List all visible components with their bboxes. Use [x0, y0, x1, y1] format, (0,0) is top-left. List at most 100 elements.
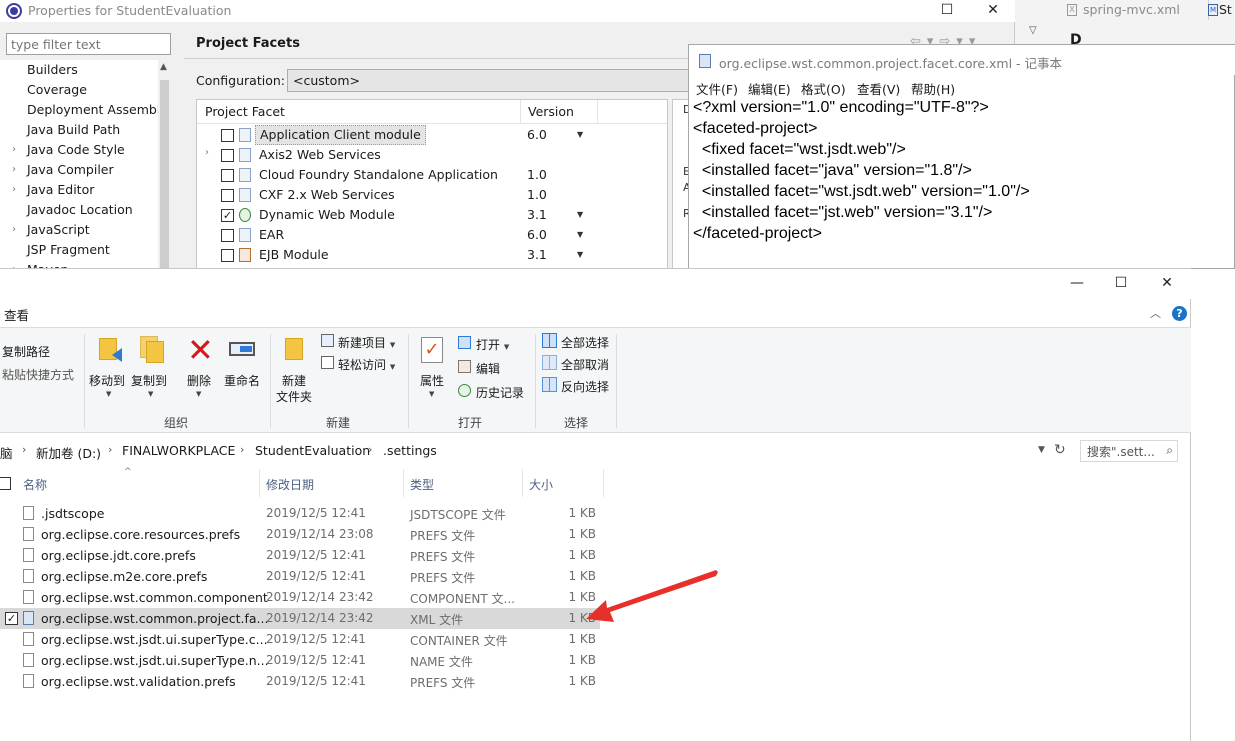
- facet-checkbox[interactable]: [221, 169, 234, 182]
- column-divider[interactable]: [403, 469, 404, 497]
- tree-item[interactable]: Coverage: [27, 80, 87, 100]
- search-input[interactable]: 搜索".sett... ⌕: [1080, 440, 1178, 462]
- breadcrumb-drive[interactable]: 新加卷 (D:): [36, 443, 101, 462]
- column-type[interactable]: 类型: [410, 476, 434, 493]
- menu-file[interactable]: 文件(F): [696, 79, 738, 98]
- tree-item[interactable]: Deployment Assembly: [27, 100, 168, 120]
- chevron-down-icon[interactable]: ▼: [196, 390, 201, 398]
- facet-version[interactable]: 6.0: [527, 225, 547, 245]
- facet-checkbox[interactable]: [221, 189, 234, 202]
- facet-version[interactable]: 3.1: [527, 205, 547, 225]
- file-row[interactable]: .jsdtscope 2019/12/5 12:41 JSDTSCOPE 文件 1 K…: [0, 503, 600, 524]
- chevron-right-icon[interactable]: ›: [12, 180, 16, 200]
- chevron-down-icon[interactable]: ▽: [1029, 25, 1037, 36]
- column-name[interactable]: 名称: [23, 476, 47, 493]
- chevron-up-icon[interactable]: ︿: [1150, 305, 1161, 321]
- file-row[interactable]: org.eclipse.wst.jsdt.ui.superType.n... 20…: [0, 650, 600, 671]
- paste-shortcut-button[interactable]: 粘贴快捷方式: [2, 366, 74, 383]
- open-button[interactable]: 打开 ▼: [476, 336, 509, 353]
- rename-icon[interactable]: [229, 342, 255, 356]
- tree-item[interactable]: Java Editor: [27, 180, 94, 200]
- notepad-text-area[interactable]: <?xml version="1.0" encoding="UTF-8"?> <f…: [693, 97, 1233, 244]
- column-divider[interactable]: [522, 469, 523, 497]
- easy-access-button[interactable]: 轻松访问 ▼: [338, 356, 395, 373]
- tree-scrollbar[interactable]: ▲: [158, 60, 171, 270]
- new-item-button[interactable]: 新建项目 ▼: [338, 334, 395, 351]
- chevron-right-icon[interactable]: ›: [205, 147, 209, 158]
- select-all-checkbox[interactable]: [0, 477, 11, 490]
- tree-item[interactable]: Javadoc Location: [27, 200, 133, 220]
- rename-button[interactable]: 重命名: [224, 372, 260, 389]
- select-none-button[interactable]: 全部取消: [561, 356, 609, 373]
- facet-column-name[interactable]: Project Facet: [205, 104, 285, 119]
- move-to-button[interactable]: 移动到: [89, 372, 125, 389]
- column-divider[interactable]: [603, 469, 604, 497]
- facet-checkbox[interactable]: [221, 249, 234, 262]
- file-row[interactable]: org.eclipse.wst.jsdt.ui.superType.c... 20…: [0, 629, 600, 650]
- address-bar[interactable]: 脑 › 新加卷 (D:) › FINALWORKPLACE › StudentE…: [0, 439, 1070, 463]
- facet-column-version[interactable]: Version: [528, 104, 574, 119]
- help-icon[interactable]: ?: [1172, 306, 1187, 321]
- facet-version[interactable]: 1.0: [527, 185, 547, 205]
- maximize-icon[interactable]: ☐: [924, 0, 970, 22]
- history-button[interactable]: 历史记录: [476, 384, 524, 401]
- tree-item[interactable]: Java Compiler: [27, 160, 114, 180]
- facet-row[interactable]: › Axis2 Web Services: [197, 145, 667, 165]
- configuration-select[interactable]: <custom>: [287, 69, 697, 92]
- file-row[interactable]: org.eclipse.wst.common.component 2019/12/…: [0, 587, 600, 608]
- scrollbar-thumb[interactable]: [160, 80, 169, 270]
- select-all-button[interactable]: 全部选择: [561, 334, 609, 351]
- facet-version[interactable]: 3.1: [527, 245, 547, 265]
- facet-row[interactable]: CXF 2.x Web Services 1.0: [197, 185, 667, 205]
- file-row[interactable]: org.eclipse.jdt.core.prefs 2019/12/5 12:4…: [0, 545, 600, 566]
- chevron-right-icon[interactable]: ›: [108, 443, 112, 456]
- menu-help[interactable]: 帮助(H): [911, 79, 955, 98]
- refresh-icon[interactable]: ↻: [1054, 442, 1066, 458]
- close-icon[interactable]: ✕: [970, 0, 1016, 22]
- chevron-right-icon[interactable]: ›: [368, 443, 372, 456]
- facet-row[interactable]: EAR 6.0 ▼: [197, 225, 667, 245]
- facet-checkbox[interactable]: [221, 129, 234, 142]
- chevron-down-icon[interactable]: ▼: [106, 390, 111, 398]
- chevron-down-icon[interactable]: ▼: [577, 245, 583, 265]
- new-folder-button-line2[interactable]: 文件夹: [276, 388, 312, 405]
- column-divider[interactable]: [259, 469, 260, 497]
- tree-item[interactable]: JavaScript: [27, 220, 90, 240]
- chevron-down-icon[interactable]: ▼: [429, 390, 434, 398]
- chevron-right-icon[interactable]: ›: [240, 443, 244, 456]
- tree-item[interactable]: Java Code Style: [27, 140, 125, 160]
- filter-input[interactable]: [6, 33, 171, 55]
- tab-spring-mvc[interactable]: spring-mvc.xml: [1059, 0, 1209, 20]
- chevron-right-icon[interactable]: ›: [12, 160, 16, 180]
- facet-row[interactable]: Cloud Foundry Standalone Application 1.0: [197, 165, 667, 185]
- facet-version[interactable]: 1.0: [527, 165, 547, 185]
- column-date[interactable]: 修改日期: [266, 476, 314, 493]
- file-row[interactable]: org.eclipse.m2e.core.prefs 2019/12/5 12:4…: [0, 566, 600, 587]
- menu-view[interactable]: 查看(V): [857, 79, 900, 98]
- chevron-right-icon[interactable]: ›: [22, 443, 26, 456]
- chevron-down-icon[interactable]: ▼: [1038, 445, 1045, 455]
- chevron-down-icon[interactable]: ▼: [577, 225, 583, 245]
- column-size[interactable]: 大小: [529, 476, 553, 493]
- minimize-icon[interactable]: —: [1054, 273, 1100, 295]
- properties-button[interactable]: 属性: [420, 372, 444, 389]
- maximize-icon[interactable]: ☐: [1098, 273, 1144, 295]
- breadcrumb-settings[interactable]: .settings: [383, 443, 437, 458]
- breadcrumb-workplace[interactable]: FINALWORKPLACE: [122, 443, 235, 458]
- chevron-right-icon[interactable]: ›: [12, 140, 16, 160]
- facet-row[interactable]: Application Client module 6.0 ▼: [197, 125, 667, 145]
- new-folder-button[interactable]: 新建: [282, 372, 306, 389]
- delete-button[interactable]: 删除: [187, 372, 211, 389]
- facet-checkbox[interactable]: [221, 149, 234, 162]
- tree-item[interactable]: JSP Fragment: [27, 240, 110, 260]
- breadcrumb-project[interactable]: StudentEvaluation: [255, 443, 370, 458]
- copy-to-button[interactable]: 复制到: [131, 372, 167, 389]
- file-row[interactable]: ✓ org.eclipse.wst.common.project.fa... 201…: [0, 608, 600, 629]
- tab-view[interactable]: 查看: [4, 305, 29, 324]
- file-row[interactable]: org.eclipse.wst.validation.prefs 2019/12/…: [0, 671, 600, 692]
- tree-item[interactable]: Java Build Path: [27, 120, 120, 140]
- facet-row[interactable]: EJB Module 3.1 ▼: [197, 245, 667, 265]
- chevron-up-icon[interactable]: ▲: [160, 62, 167, 72]
- copy-path-button[interactable]: 复制路径: [2, 343, 50, 360]
- facet-checkbox[interactable]: ✓: [221, 209, 234, 222]
